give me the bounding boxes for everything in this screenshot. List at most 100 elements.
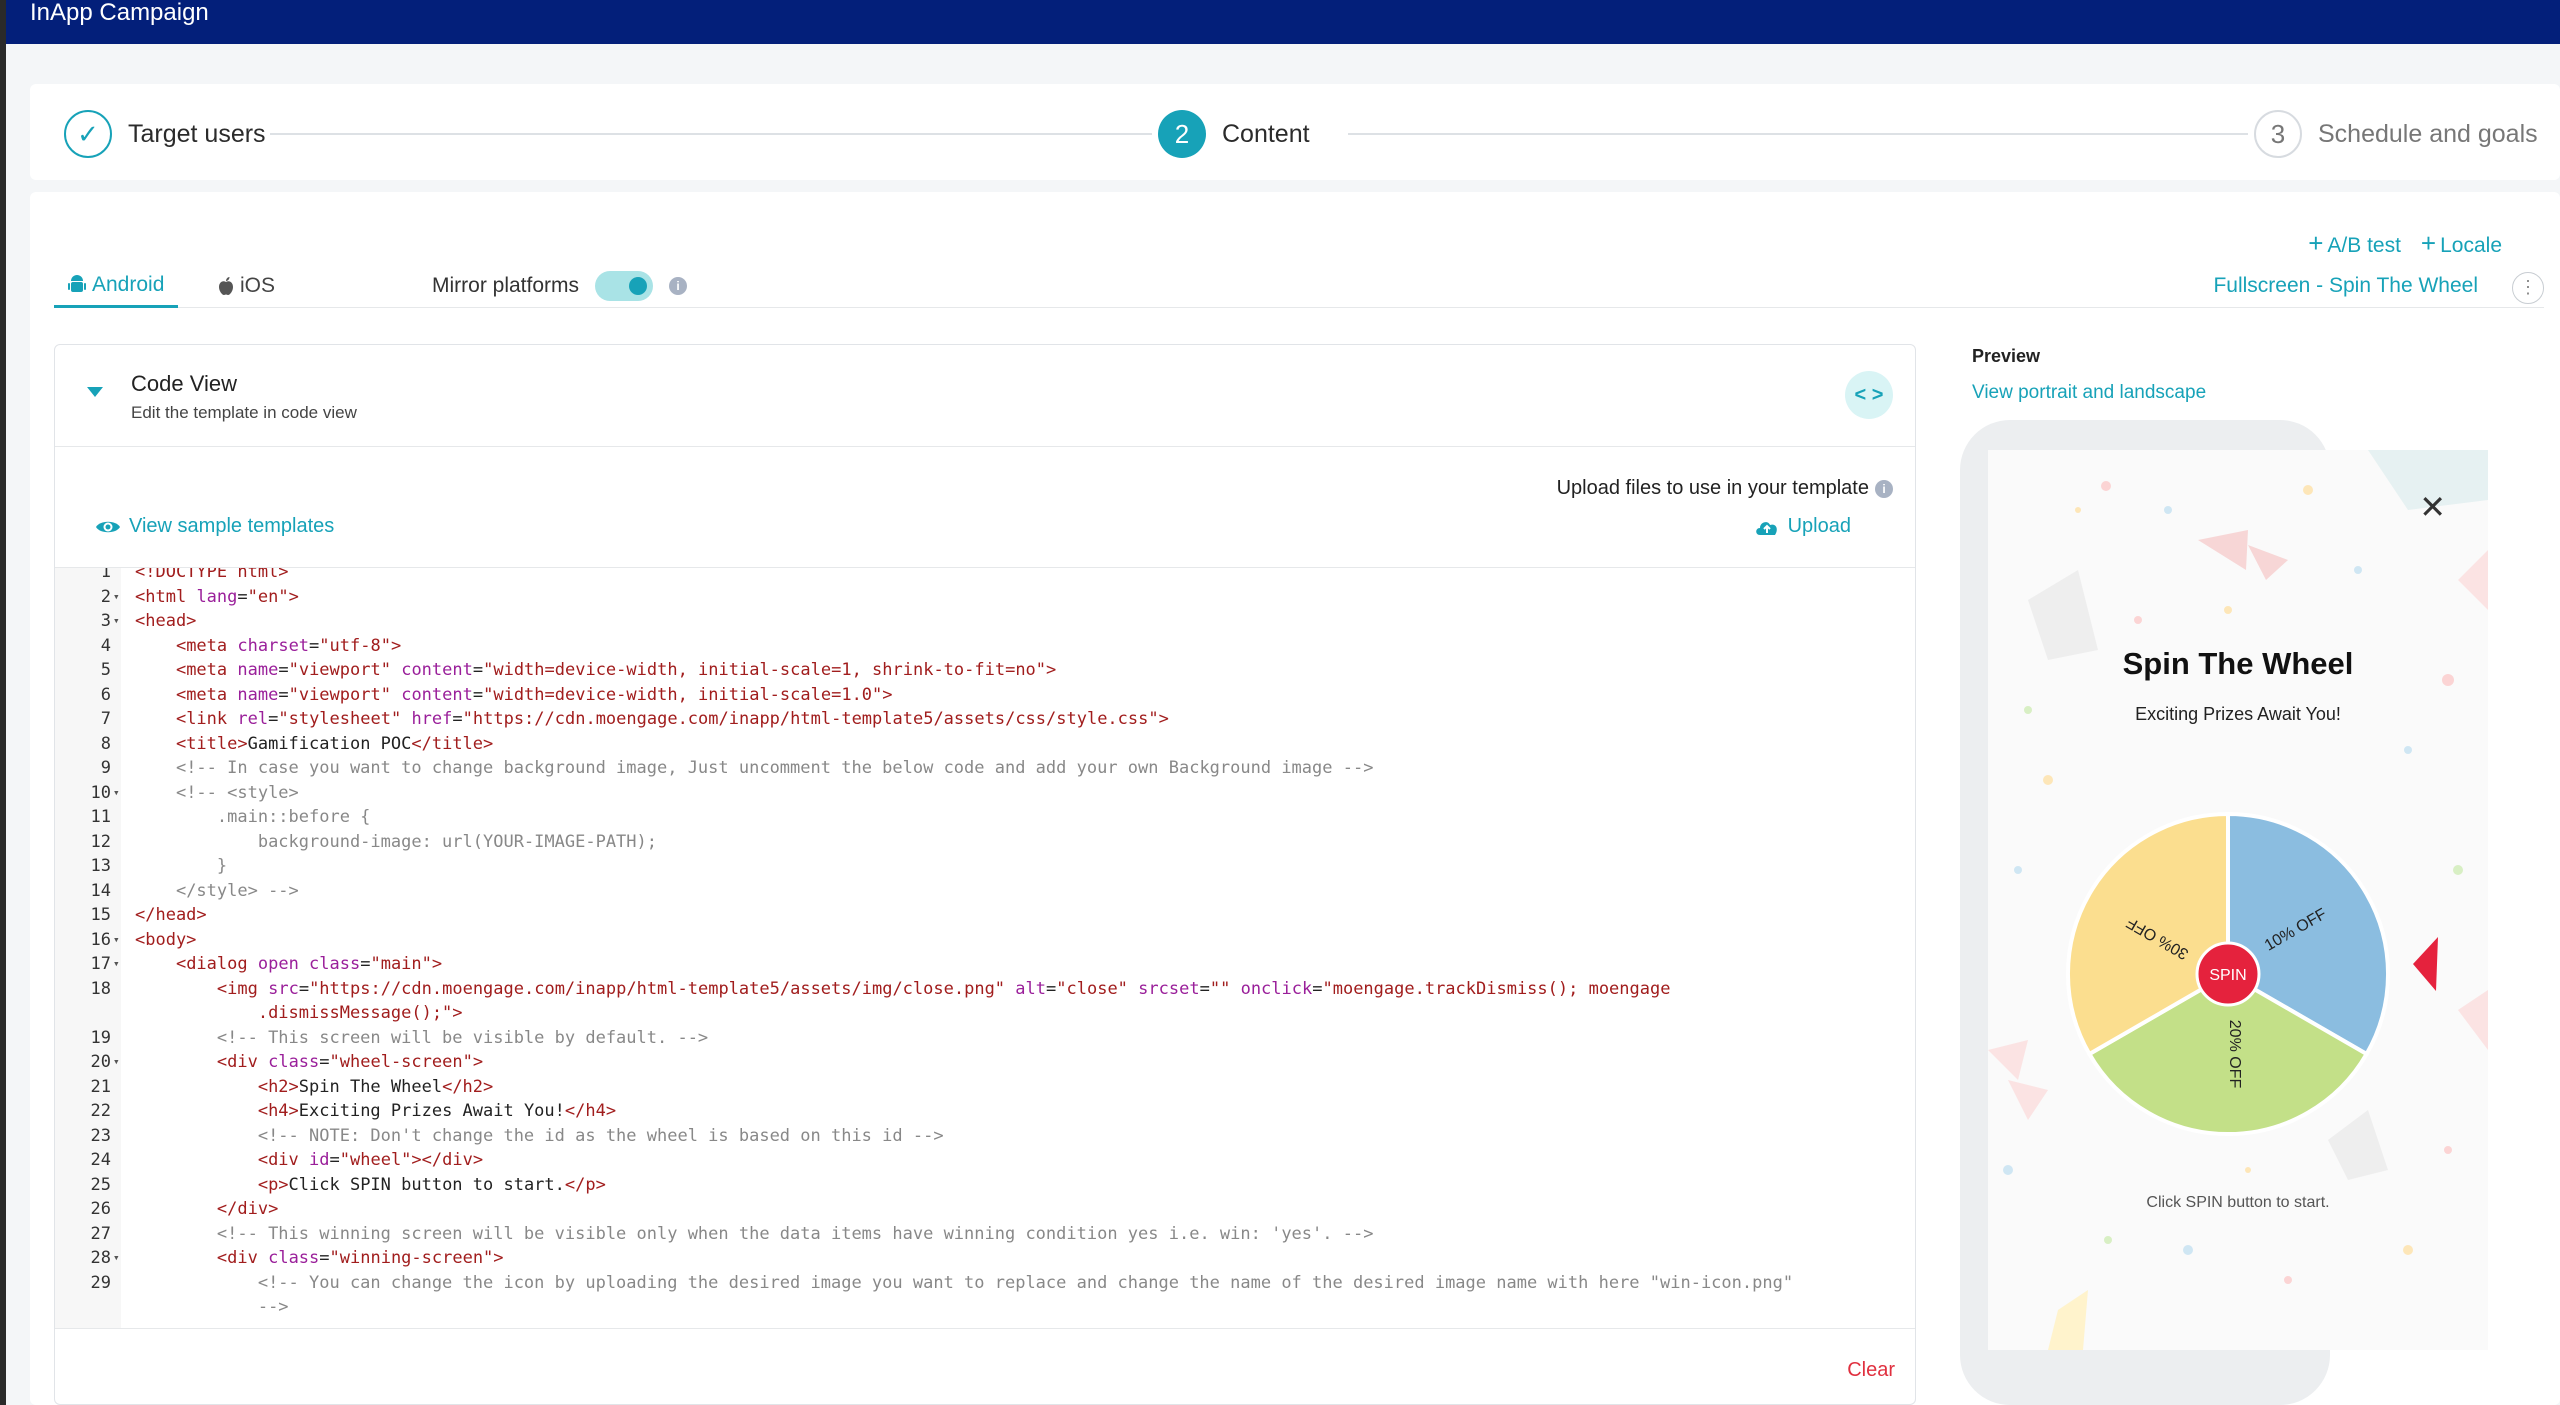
line-number: 14 xyxy=(90,880,111,901)
view-sample-templates-link[interactable]: View sample templates xyxy=(95,515,334,538)
fold-arrow-icon[interactable]: ▾ xyxy=(113,781,120,806)
top-actions: + A/B test + Locale xyxy=(2308,228,2502,259)
line-number: 18 xyxy=(90,978,111,999)
code-line[interactable]: 16 ▾ <body> xyxy=(55,928,1915,953)
step-target-users[interactable]: ✓ Target users xyxy=(64,110,266,158)
fold-arrow-icon[interactable]: ▾ xyxy=(113,585,120,610)
code-line[interactable]: 2 ▾ <html lang="en"> xyxy=(55,585,1915,610)
code-line[interactable]: 6 <meta name="viewport" content="width=d… xyxy=(55,683,1915,708)
code-line[interactable]: 4 <meta charset="utf-8"> xyxy=(55,634,1915,659)
code-line[interactable]: 17 ▾ <dialog open class="main"> xyxy=(55,952,1915,977)
tab-ios-label: iOS xyxy=(240,274,276,297)
fold-arrow-icon[interactable]: ▾ xyxy=(113,928,120,953)
info-icon[interactable]: i xyxy=(1875,479,1893,498)
code-text: </head> xyxy=(135,905,207,925)
line-number: 8 xyxy=(100,733,111,754)
code-text: <!-- You can change the icon by uploadin… xyxy=(257,1272,1794,1293)
code-text: <!-- In case you want to change backgrou… xyxy=(175,758,1374,778)
wheel-title: Spin The Wheel xyxy=(2122,646,2354,681)
code-text: <meta charset="utf-8"> xyxy=(175,635,402,656)
code-line[interactable]: 27 <!-- This winning screen will be visi… xyxy=(55,1222,1915,1247)
code-line[interactable]: 7 <link rel="stylesheet" href="https://c… xyxy=(55,707,1915,732)
code-line[interactable]: 13 } xyxy=(55,854,1915,879)
code-line[interactable]: 23 <!-- NOTE: Don't change the id as the… xyxy=(55,1124,1915,1149)
mirror-platforms-toggle[interactable] xyxy=(595,271,654,301)
code-line[interactable]: .dismissMessage();"> xyxy=(55,1001,1915,1026)
spin-button-label: SPIN xyxy=(2209,967,2246,984)
slice-label-20-off: 20% OFF xyxy=(2226,1020,2243,1089)
upload-button[interactable]: Upload xyxy=(1754,515,1851,538)
step-connector xyxy=(1348,133,2248,135)
collapse-caret-icon[interactable] xyxy=(87,387,103,397)
mirror-platforms-label: Mirror platforms xyxy=(432,274,580,297)
info-icon[interactable]: i xyxy=(669,277,688,295)
cloud-upload-icon xyxy=(1755,521,1777,535)
line-number: 16 xyxy=(90,929,111,950)
code-line[interactable]: 3 ▾ <head> xyxy=(55,609,1915,634)
code-line[interactable]: 29 <!-- You can change the icon by uploa… xyxy=(55,1271,1915,1296)
code-line[interactable]: 9 <!-- In case you want to change backgr… xyxy=(55,756,1915,781)
campaign-stepper: ✓ Target users 2 Content 3 Schedule and … xyxy=(30,84,2560,180)
line-number: 6 xyxy=(100,684,111,705)
code-line[interactable]: 19 <!-- This screen will be visible by d… xyxy=(55,1026,1915,1051)
code-line[interactable]: 28 ▾ <div class="winning-screen"> xyxy=(55,1246,1915,1271)
code-text: <!-- This screen will be visible by defa… xyxy=(216,1027,709,1048)
tab-ios[interactable]: iOS xyxy=(204,264,289,308)
code-line[interactable]: 14 </style> --> xyxy=(55,879,1915,904)
step-label: Schedule and goals xyxy=(2318,119,2538,148)
content-panel: + A/B test + Locale Android iOS Mirror pla… xyxy=(30,192,2560,1405)
code-editor[interactable]: 1 <!DOCTYPE html> 2 ▾ <html lang="en"> 3 ▾ <hea… xyxy=(55,567,1915,1329)
code-line[interactable]: 18 <img src="https://cdn.moengage.com/in… xyxy=(55,977,1915,1002)
line-number: 7 xyxy=(100,709,111,729)
code-line[interactable]: --> xyxy=(55,1295,1915,1320)
code-line[interactable]: 1 <!DOCTYPE html> xyxy=(55,567,1915,585)
code-line[interactable]: 8 <title>Gamification POC</title> xyxy=(55,732,1915,757)
code-view-header[interactable]: Code View Edit the template in code view… xyxy=(55,345,1915,447)
code-line[interactable]: 15 </head> xyxy=(55,903,1915,928)
code-line[interactable]: 20 ▾ <div class="wheel-screen"> xyxy=(55,1050,1915,1075)
tab-android-label: Android xyxy=(92,272,165,296)
line-number: 10 xyxy=(90,782,111,803)
code-line[interactable]: 5 <meta name="viewport" content="width=d… xyxy=(55,658,1915,683)
upload-note-text: Upload files to use in your template xyxy=(1556,477,1869,499)
code-line[interactable]: 10 ▾ <!-- <style> xyxy=(55,781,1915,806)
code-text: <h4>Exciting Prizes Await You!</h4> xyxy=(257,1101,617,1121)
apple-icon xyxy=(219,277,233,295)
fold-arrow-icon[interactable]: ▾ xyxy=(113,1050,120,1075)
more-options-icon[interactable]: ⋮ xyxy=(2512,272,2544,304)
phone-preview-frame: ✕ Spin The Wheel Exciting Prizes Await Y… xyxy=(1960,420,2488,1405)
code-text: .main::before { xyxy=(216,807,371,827)
ab-test-button[interactable]: + A/B test xyxy=(2308,228,2401,259)
view-portrait-landscape-link[interactable]: View portrait and landscape xyxy=(1972,382,2206,404)
line-number: 3 xyxy=(100,611,111,631)
fold-arrow-icon[interactable]: ▾ xyxy=(113,1246,120,1271)
clear-button[interactable]: Clear xyxy=(1847,1359,1895,1382)
code-text: background-image: url(YOUR-IMAGE-PATH); xyxy=(257,831,657,852)
code-line[interactable]: 12 background-image: url(YOUR-IMAGE-PATH… xyxy=(55,830,1915,855)
step-label: Content xyxy=(1222,119,1310,148)
code-text: <dialog open class="main"> xyxy=(175,954,443,974)
code-line[interactable]: 11 .main::before { xyxy=(55,805,1915,830)
step-content[interactable]: 2 Content xyxy=(1158,110,1310,158)
code-line[interactable]: 24 <div id="wheel"></div> xyxy=(55,1148,1915,1173)
line-number: 2 xyxy=(100,586,111,607)
template-name[interactable]: Fullscreen - Spin The Wheel xyxy=(2213,264,2478,308)
tab-android[interactable]: Android xyxy=(54,264,179,308)
line-number: 1 xyxy=(100,567,111,582)
spin-wheel: 10% OFF 20% OFF 30% OFF SPIN xyxy=(2065,811,2438,1137)
code-text: } xyxy=(216,856,228,876)
fold-arrow-icon[interactable]: ▾ xyxy=(113,952,120,977)
code-line[interactable]: 22 <h4>Exciting Prizes Await You!</h4> xyxy=(55,1099,1915,1124)
code-text: </style> --> xyxy=(175,880,299,901)
code-line[interactable]: 26 </div> xyxy=(55,1197,1915,1222)
code-line[interactable]: 21 <h2>Spin The Wheel</h2> xyxy=(55,1075,1915,1100)
code-text: <meta name="viewport" content="width=dev… xyxy=(175,660,1057,680)
fold-arrow-icon[interactable]: ▾ xyxy=(113,609,120,634)
line-number: 28 xyxy=(90,1248,111,1268)
code-line[interactable]: 25 <p>Click SPIN button to start.</p> xyxy=(55,1173,1915,1198)
preview-label: Preview xyxy=(1972,346,2041,366)
close-icon[interactable]: ✕ xyxy=(2419,488,2446,526)
step-schedule-goals[interactable]: 3 Schedule and goals xyxy=(2254,110,2538,158)
locale-button[interactable]: + Locale xyxy=(2421,228,2502,259)
code-toggle-icon[interactable]: < > xyxy=(1845,371,1893,419)
